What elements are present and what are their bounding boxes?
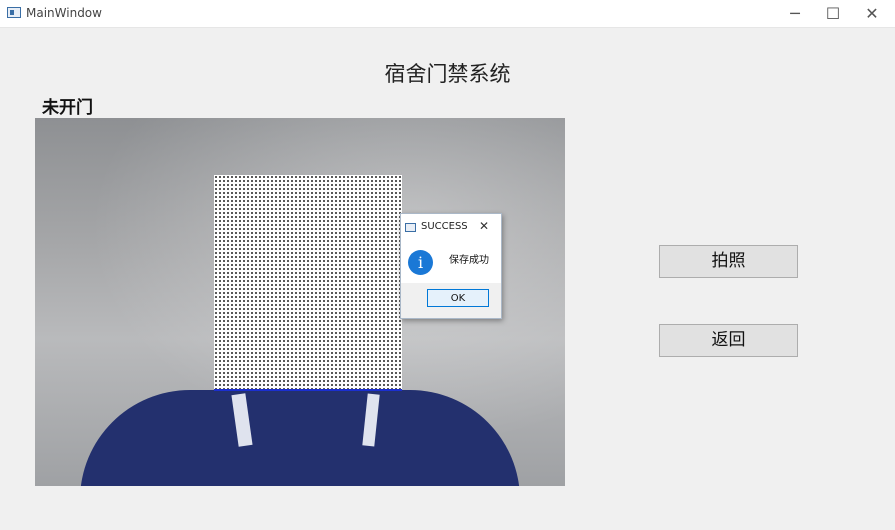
dialog-title: SUCCESS	[421, 221, 468, 232]
page-title: 宿舍门禁系统	[384, 62, 511, 86]
dialog-app-icon	[405, 223, 416, 232]
ok-button[interactable]: OK	[427, 289, 489, 307]
take-photo-button[interactable]: 拍照	[659, 245, 798, 278]
dialog-close-button[interactable]: ✕	[479, 219, 489, 233]
window-title: MainWindow	[26, 6, 102, 20]
close-window-button[interactable]: ✕	[849, 0, 895, 27]
minimize-icon: ─	[790, 4, 800, 23]
app-window-icon	[7, 7, 21, 18]
info-icon: i	[408, 250, 433, 275]
door-status-label: 未开门	[42, 98, 93, 118]
dialog-footer: OK	[401, 283, 501, 318]
person-shirt	[80, 390, 520, 486]
title-bar: MainWindow ─ ☐ ✕	[0, 0, 895, 28]
success-dialog: SUCCESS ✕ i 保存成功 OK	[400, 213, 502, 319]
face-detection-box	[214, 175, 402, 391]
close-icon: ✕	[865, 4, 879, 23]
back-button[interactable]: 返回	[659, 324, 798, 357]
maximize-icon: ☐	[825, 4, 841, 23]
dialog-message: 保存成功	[449, 255, 489, 266]
